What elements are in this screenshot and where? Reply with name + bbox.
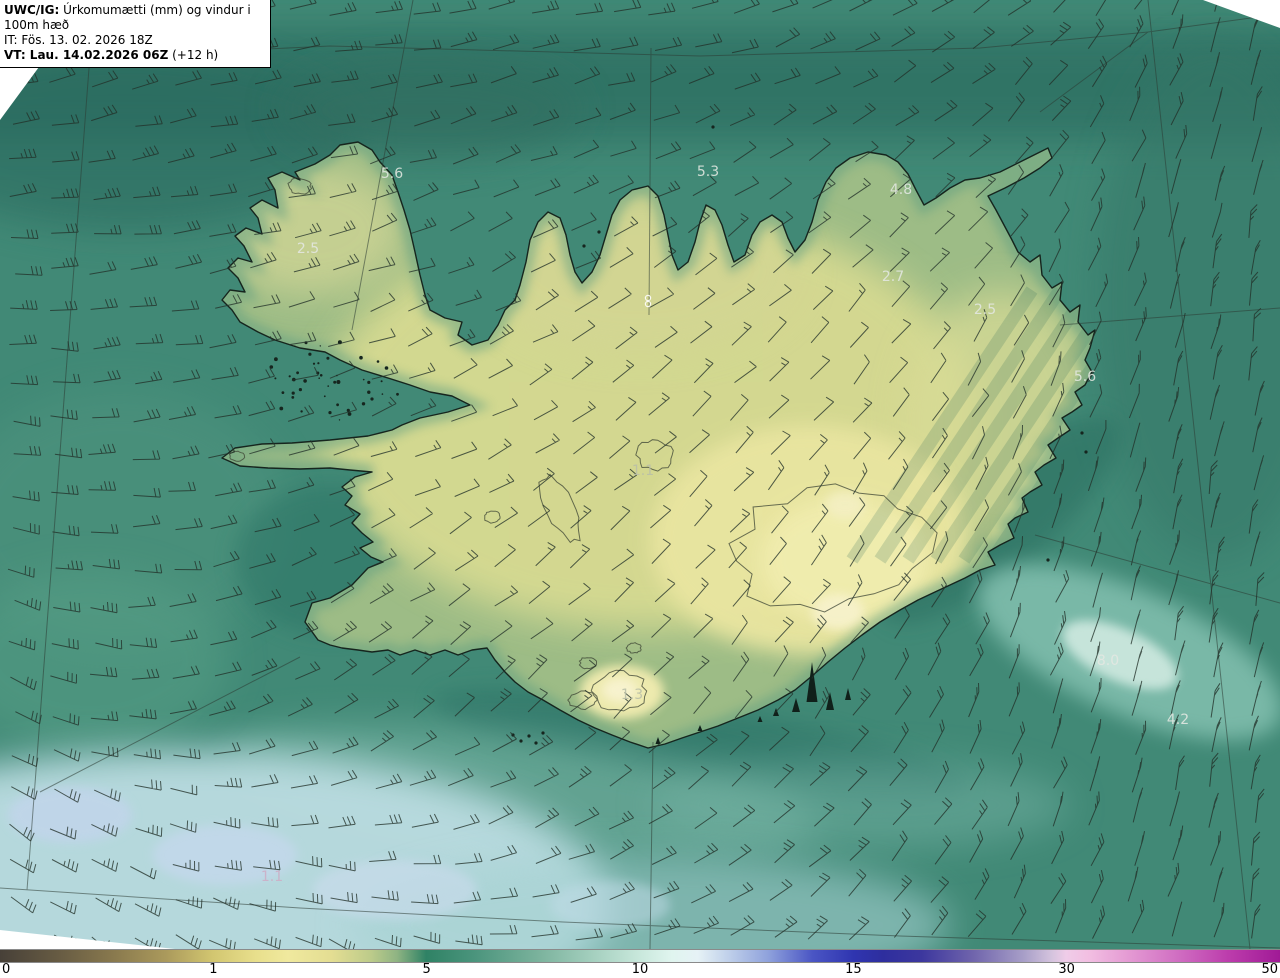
precip-label: 5.6 xyxy=(381,166,403,182)
colorbar-tick: 5 xyxy=(422,962,431,977)
precip-label: 4.2 xyxy=(1167,712,1189,728)
precip-label: 5.6 xyxy=(1074,369,1096,385)
valid-time: VT: Lau. 14.02.2026 06Z xyxy=(4,48,169,62)
colorbar-tick: 30 xyxy=(1058,962,1075,977)
product-label: UWC/IG: xyxy=(4,3,60,17)
weather-map-screen: 5.6 5.3 4.8 2.5 2.7 2.5 5.6 1.1 1.3 8.0 4.2 1.1 UWC… xyxy=(0,0,1280,978)
valid-time-offset: (+12 h) xyxy=(168,48,219,62)
colorbar-tick: 1 xyxy=(209,962,218,977)
colorbar-tick: 0 xyxy=(2,962,11,977)
precip-label: 5.3 xyxy=(697,164,719,180)
precip-label: 2.5 xyxy=(297,241,319,257)
map-area: 5.6 5.3 4.8 2.5 2.7 2.5 5.6 1.1 1.3 8.0 4.2 1.1 xyxy=(0,0,1280,949)
precip-label: 1.3 xyxy=(621,687,643,703)
precip-label: 2.7 xyxy=(882,269,904,285)
precip-label: 2.5 xyxy=(974,302,996,318)
precipitation-wind-map: 5.6 5.3 4.8 2.5 2.7 2.5 5.6 1.1 1.3 8.0 4.2 1.1 xyxy=(0,0,1280,949)
colorbar-tick-labels: 0 1 5 10 15 30 50 xyxy=(0,962,1280,978)
precip-colorbar xyxy=(0,949,1280,963)
precip-label: 1.1 xyxy=(632,463,654,479)
colorbar-tick: 10 xyxy=(631,962,649,977)
colorbar-tick: 15 xyxy=(845,962,862,977)
product-line: UWC/IG: Úrkomumætti (mm) og vindur i 100… xyxy=(4,3,265,33)
init-time-line: IT: Fös. 13. 02. 2026 18Z xyxy=(4,33,153,47)
title-box: UWC/IG: Úrkomumætti (mm) og vindur i 100… xyxy=(0,0,271,68)
precip-label: 4.8 xyxy=(890,182,912,198)
valid-time-line: VT: Lau. 14.02.2026 06Z (+12 h) xyxy=(4,48,265,63)
colorbar-tick: 50 xyxy=(1261,962,1278,977)
precip-label: 1.1 xyxy=(261,869,283,885)
precip-label: 8.0 xyxy=(1097,653,1119,669)
